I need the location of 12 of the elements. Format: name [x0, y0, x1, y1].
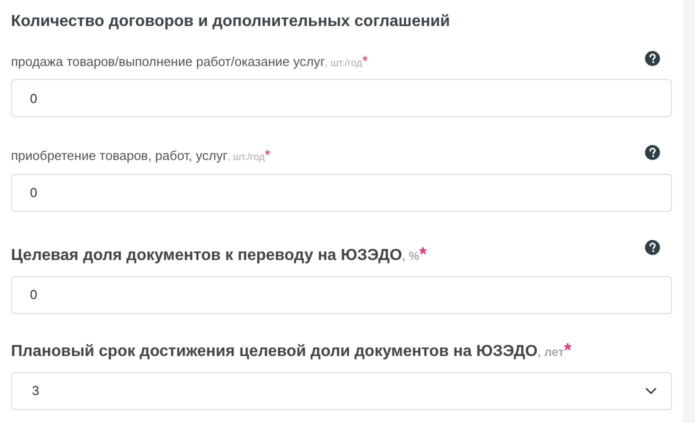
dropdown[interactable]: 3: [11, 372, 672, 410]
help-icon[interactable]: [645, 145, 660, 160]
field-label: приобретение товаров, работ, услуг, шт./год*: [11, 146, 270, 166]
help-icon[interactable]: [645, 51, 660, 66]
section-title: Количество договоров и дополнительных соглашений: [11, 12, 451, 32]
input-field[interactable]: 0: [11, 276, 672, 314]
field-label: продажа товаров/выполнение работ/оказание услуг, шт./год*: [11, 52, 368, 72]
input-field[interactable]: 0: [11, 174, 672, 212]
help-icon[interactable]: [645, 240, 660, 255]
input-field[interactable]: 0: [11, 79, 672, 118]
field-label: Целевая доля документов к переводу на ЮЗЭДО, %*: [11, 242, 427, 266]
field-label: Плановый срок достижения целевой доли документов на ЮЗЭДО, лет*: [11, 338, 572, 362]
